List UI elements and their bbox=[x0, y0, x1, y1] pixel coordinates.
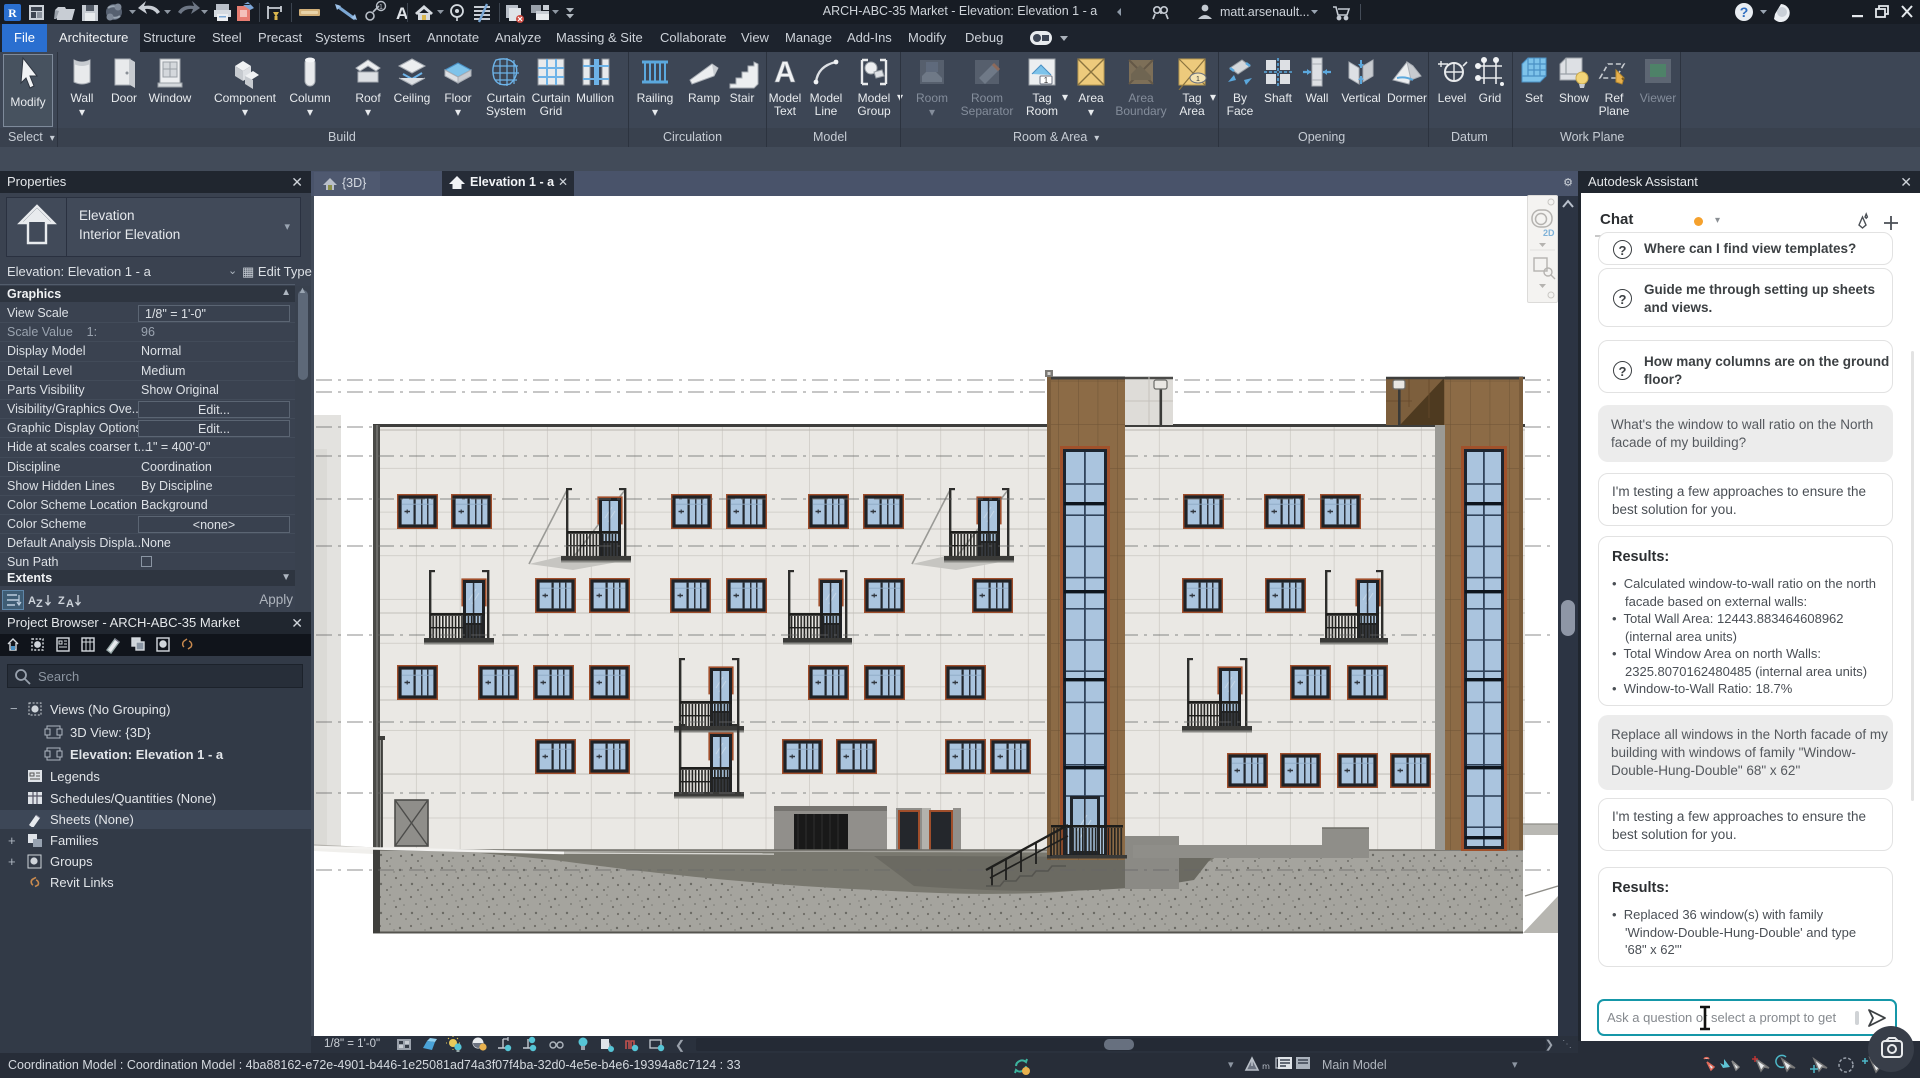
svg-text:1: 1 bbox=[1196, 76, 1200, 83]
svg-text:A: A bbox=[66, 598, 74, 610]
svg-text:2D: 2D bbox=[1543, 228, 1555, 238]
svg-text:A: A bbox=[774, 56, 796, 89]
svg-text:❮: ❮ bbox=[675, 1038, 685, 1052]
svg-text:1: 1 bbox=[1044, 76, 1049, 85]
svg-text:ₘ: ₘ bbox=[1262, 1057, 1270, 1072]
svg-text:Z: Z bbox=[36, 598, 43, 610]
svg-text:Z: Z bbox=[58, 595, 65, 607]
svg-text:A: A bbox=[28, 595, 36, 607]
